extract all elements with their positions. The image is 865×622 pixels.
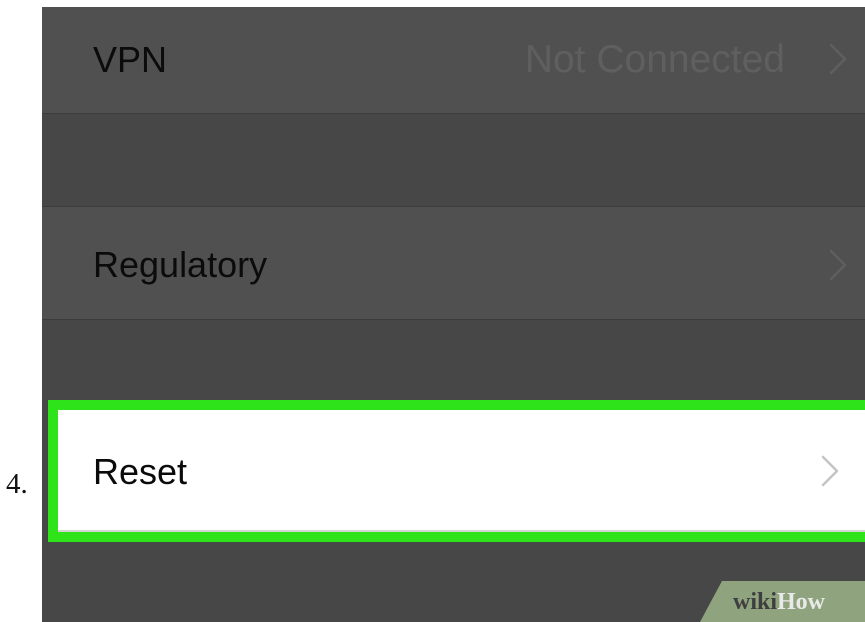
watermark-wiki: wiki <box>733 589 778 615</box>
reset-label: Reset <box>93 451 188 492</box>
instruction-image: 4. VPN Not Connected Regulatory Reset wi… <box>0 0 865 622</box>
wikihow-watermark: wikiHow <box>700 581 865 622</box>
chevron-right-icon <box>829 43 847 75</box>
step-number: 4. <box>6 468 28 500</box>
vpn-status-value: Not Connected <box>524 38 785 81</box>
settings-row-vpn[interactable]: VPN Not Connected <box>42 7 865 114</box>
settings-row-regulatory[interactable]: Regulatory <box>42 206 865 320</box>
settings-row-reset[interactable]: Reset <box>48 400 865 542</box>
regulatory-label: Regulatory <box>93 244 268 285</box>
vpn-label: VPN <box>93 39 168 80</box>
chevron-right-icon <box>829 249 847 281</box>
watermark-text: wikiHow <box>733 590 825 614</box>
settings-screen: VPN Not Connected Regulatory Reset wikiH… <box>42 7 865 622</box>
watermark-how: How <box>777 589 826 615</box>
chevron-right-icon <box>821 455 839 487</box>
